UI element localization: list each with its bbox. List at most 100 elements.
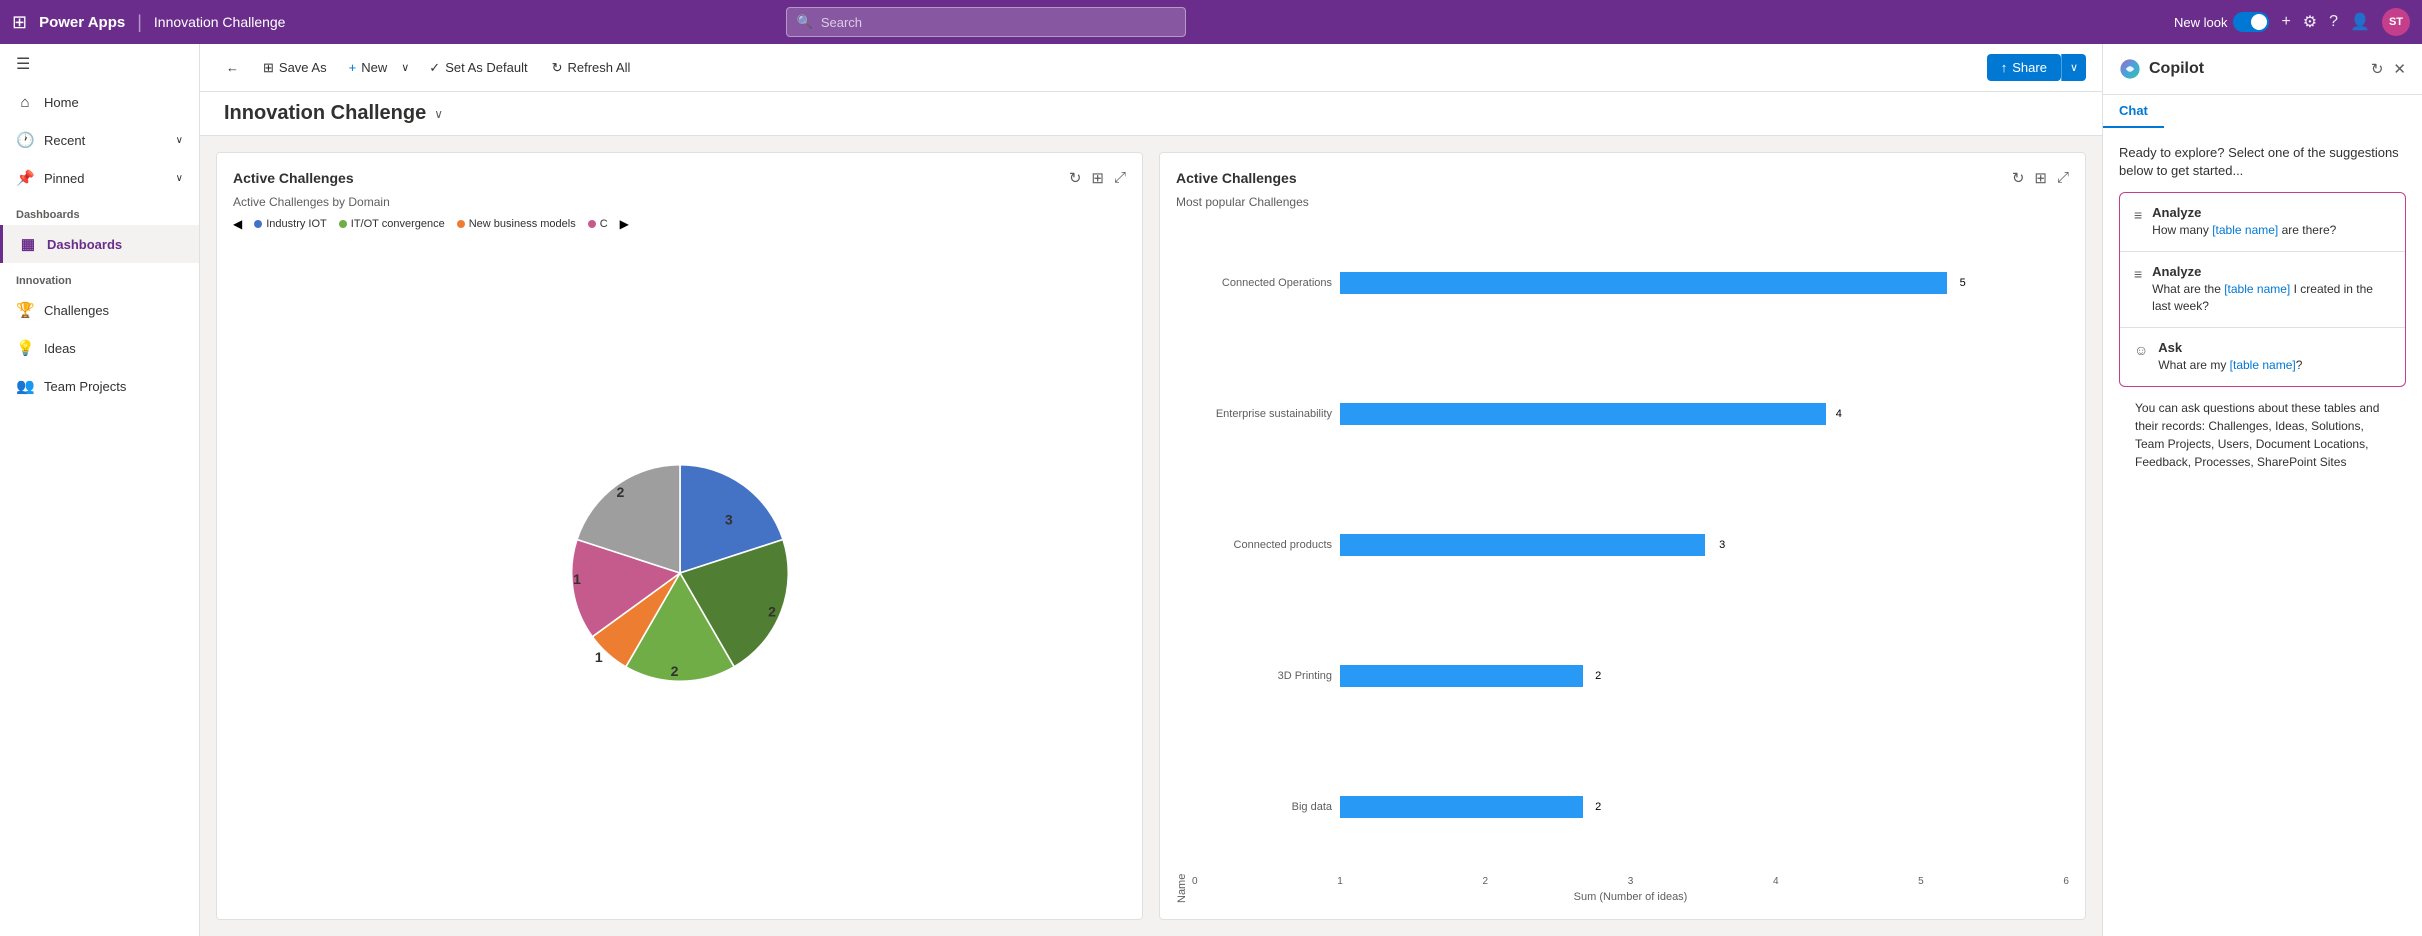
toolbar: ← ⊞ Save As + New ∨ ✓ Set As Default ↻ R… — [200, 44, 2102, 92]
page-title-chevron-icon[interactable]: ∨ — [434, 107, 443, 121]
sidebar-item-ideas[interactable]: 💡 Ideas — [0, 329, 199, 367]
person-icon[interactable]: 👤 — [2350, 12, 2370, 32]
legend-prev-button[interactable]: ◀ — [233, 217, 242, 231]
bar-fill-4 — [1340, 796, 1583, 818]
bar-table-icon[interactable]: ⊞ — [2034, 169, 2047, 187]
bar-label-0: Connected Operations — [1192, 277, 1332, 289]
sidebar-item-home-label: Home — [44, 95, 79, 110]
suggestion-content-3: Ask What are my [table name]? — [2158, 340, 2391, 374]
copilot-refresh-icon[interactable]: ↻ — [2371, 60, 2384, 78]
copilot-suggestion-ask1[interactable]: ☺ Ask What are my [table name]? — [2120, 328, 2405, 386]
suggestion-link-3: [table name] — [2230, 358, 2296, 372]
new-look-switch[interactable] — [2233, 12, 2269, 32]
help-icon[interactable]: ? — [2329, 13, 2338, 31]
suggestion-title-3: Ask — [2158, 340, 2391, 355]
bar-value-0: 5 — [1960, 277, 1966, 289]
legend-next-button[interactable]: ▶ — [620, 217, 629, 231]
main-layout: ☰ ⌂ Home 🕐 Recent ∨ 📌 Pinned ∨ Dashboard… — [0, 44, 2422, 936]
bar-value-4: 2 — [1595, 801, 1601, 813]
settings-icon[interactable]: ⚙ — [2303, 12, 2317, 32]
refresh-icon: ↻ — [552, 60, 563, 76]
legend-item-new-business: New business models — [457, 218, 576, 230]
back-button[interactable]: ← — [216, 54, 249, 81]
bar-label-3: 3D Printing — [1192, 670, 1332, 682]
new-button-group: + New ∨ — [341, 54, 416, 81]
share-group: ↑ Share ∨ — [1987, 54, 2086, 81]
refresh-all-button[interactable]: ↻ Refresh All — [542, 54, 641, 82]
pie-refresh-icon[interactable]: ↻ — [1069, 169, 1082, 187]
sidebar-item-pinned[interactable]: 📌 Pinned ∨ — [0, 159, 199, 197]
new-look-toggle: New look — [2174, 12, 2269, 32]
pie-expand-icon[interactable]: ⤢ — [1114, 169, 1126, 187]
suggestion-text-3: What are my [table name]? — [2158, 357, 2391, 374]
search-input[interactable] — [821, 15, 1175, 30]
copilot-suggestion-analyze2[interactable]: ≡ Analyze What are the [table name] I cr… — [2120, 252, 2405, 328]
sidebar: ☰ ⌂ Home 🕐 Recent ∨ 📌 Pinned ∨ Dashboard… — [0, 44, 200, 936]
app-name: Innovation Challenge — [154, 14, 286, 30]
suggestion-content-1: Analyze How many [table name] are there? — [2152, 205, 2391, 239]
bar-track-4: 2 — [1340, 796, 2069, 818]
bar-row-4: Big data 2 — [1192, 796, 2069, 818]
recent-icon: 🕐 — [16, 131, 34, 149]
sidebar-item-team-projects[interactable]: 👥 Team Projects — [0, 367, 199, 405]
x-axis-ticks: 0 1 2 3 4 5 6 — [1192, 876, 2069, 887]
pie-table-icon[interactable]: ⊞ — [1091, 169, 1104, 187]
checkmark-icon: ✓ — [429, 60, 440, 76]
share-button[interactable]: ↑ Share — [1987, 54, 2061, 81]
bar-fill-1 — [1340, 403, 1826, 425]
sidebar-item-dashboards[interactable]: ▦ Dashboards — [0, 225, 199, 263]
search-box[interactable]: 🔍 — [786, 7, 1186, 37]
copilot-suggestion-analyze1[interactable]: ≡ Analyze How many [table name] are ther… — [2120, 193, 2405, 252]
copilot-chat-tab[interactable]: Chat — [2103, 95, 2164, 128]
share-chevron-button[interactable]: ∨ — [2061, 54, 2086, 81]
nav-divider: | — [137, 12, 142, 33]
pie-label-6: 2 — [616, 484, 624, 500]
pie-chart-subtitle: Active Challenges by Domain — [233, 195, 1126, 209]
legend-dot-c — [588, 220, 596, 228]
suggestion-title-2: Analyze — [2152, 264, 2391, 279]
sidebar-item-recent[interactable]: 🕐 Recent ∨ — [0, 121, 199, 159]
sidebar-item-challenges-label: Challenges — [44, 303, 109, 318]
grid-icon[interactable]: ⊞ — [12, 12, 27, 33]
bar-value-1: 4 — [1836, 408, 1842, 420]
pie-svg: 3 2 2 1 1 2 — [550, 443, 810, 703]
search-icon: 🔍 — [797, 14, 813, 30]
bar-track-3: 2 — [1340, 665, 2069, 687]
bar-fill-3 — [1340, 665, 1583, 687]
bar-row-0: Connected Operations 5 — [1192, 272, 2069, 294]
ideas-icon: 💡 — [16, 339, 34, 357]
pie-chart-header: Active Challenges ↻ ⊞ ⤢ — [233, 169, 1126, 187]
bar-refresh-icon[interactable]: ↻ — [2012, 169, 2025, 187]
pie-chart-title: Active Challenges — [233, 170, 354, 186]
sidebar-item-recent-label: Recent — [44, 133, 85, 148]
legend-label-industry-iot: Industry IOT — [266, 218, 327, 230]
challenges-icon: 🏆 — [16, 301, 34, 319]
top-nav-right: New look + ⚙ ? 👤 ST — [2174, 8, 2410, 36]
save-as-button[interactable]: ⊞ Save As — [253, 54, 337, 82]
hamburger-button[interactable]: ☰ — [0, 44, 199, 84]
bar-chart-actions: ↻ ⊞ ⤢ — [2012, 169, 2069, 187]
pin-icon: 📌 — [16, 169, 34, 187]
suggestion-icon-1: ≡ — [2134, 207, 2142, 223]
copilot-close-icon[interactable]: ✕ — [2393, 60, 2406, 78]
plus-icon[interactable]: + — [2281, 13, 2290, 31]
new-button[interactable]: + New — [341, 54, 396, 81]
sidebar-item-challenges[interactable]: 🏆 Challenges — [0, 291, 199, 329]
bar-value-2: 3 — [1719, 539, 1725, 551]
suggestion-icon-2: ≡ — [2134, 266, 2142, 282]
bar-row-3: 3D Printing 2 — [1192, 665, 2069, 687]
bar-label-1: Enterprise sustainability — [1192, 408, 1332, 420]
suggestion-link-2: [table name] — [2224, 282, 2290, 296]
sidebar-item-dashboards-label: Dashboards — [47, 237, 122, 252]
avatar[interactable]: ST — [2382, 8, 2410, 36]
page-header: Innovation Challenge ∨ — [200, 92, 2102, 136]
new-chevron-button[interactable]: ∨ — [395, 55, 415, 80]
bar-chart-header: Active Challenges ↻ ⊞ ⤢ — [1176, 169, 2069, 187]
copilot-header-icons: ↻ ✕ — [2371, 60, 2406, 78]
suggestion-link-1: [table name] — [2212, 223, 2278, 237]
sidebar-item-home[interactable]: ⌂ Home — [0, 84, 199, 121]
bar-expand-icon[interactable]: ⤢ — [2057, 169, 2069, 187]
pie-label-1: 3 — [724, 511, 732, 527]
legend-dot-industry-iot — [254, 220, 262, 228]
set-as-default-button[interactable]: ✓ Set As Default — [419, 54, 537, 82]
